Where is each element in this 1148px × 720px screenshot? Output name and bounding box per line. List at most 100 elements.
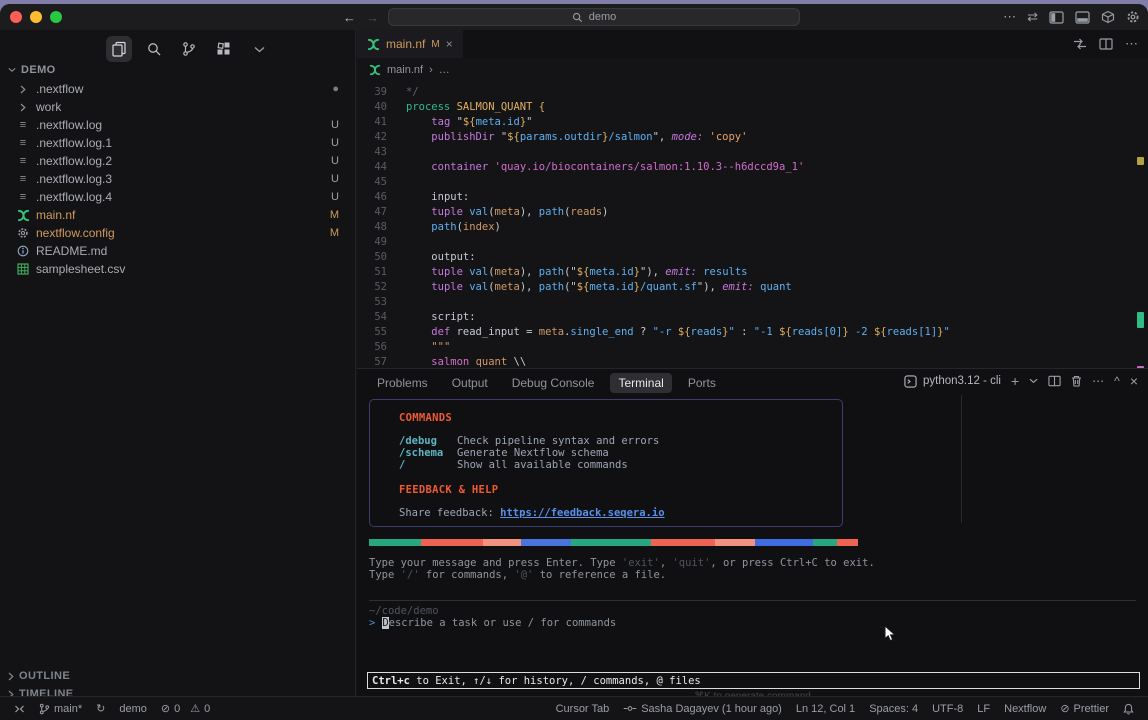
panel-tab[interactable]: Ports	[680, 373, 724, 393]
search-value: demo	[589, 11, 617, 23]
code-line: 43	[357, 144, 1134, 159]
close-tab-icon[interactable]: ×	[446, 37, 453, 51]
panel-tab[interactable]: Output	[444, 373, 496, 393]
breadcrumb-file: main.nf	[387, 64, 423, 76]
outline-section[interactable]: OUTLINE	[8, 670, 70, 682]
file-row[interactable]: ≡ .nextflow ●	[0, 80, 355, 98]
new-terminal-icon[interactable]: +	[1011, 373, 1019, 389]
file-name: nextflow.config	[36, 226, 115, 240]
code-tokens: def read_input = meta.single_end ? "-r $…	[406, 326, 950, 338]
code-token: params.outdir	[520, 131, 602, 143]
formatter-item[interactable]: ⊘ Prettier	[1060, 702, 1109, 715]
file-row[interactable]: ≡ main.nf M	[0, 206, 355, 224]
code-token: val	[469, 281, 488, 293]
code-token: index	[463, 221, 495, 233]
sync-arrows-icon[interactable]: ⇄	[1027, 9, 1038, 25]
file-row[interactable]: ≡ nextflow.config M	[0, 224, 355, 242]
more-actions-icon[interactable]: ⋯	[1125, 36, 1138, 52]
code-token: meta.id	[476, 116, 520, 128]
line-number: 47	[357, 206, 387, 218]
file-row[interactable]: ≡ work	[0, 98, 355, 116]
terminal-shell-item[interactable]: python3.12 - cli	[904, 375, 1001, 388]
hint-token: ,	[660, 557, 673, 569]
language-mode-item[interactable]: Nextflow	[1004, 703, 1046, 715]
code-token: val	[469, 266, 488, 278]
close-window-button[interactable]	[10, 11, 22, 23]
more-actions-icon[interactable]: ⋯	[1092, 374, 1104, 388]
project-name[interactable]: demo	[119, 703, 147, 715]
shortcut-help-bar: Ctrl+c to Exit, ↑/↓ for history, / comma…	[367, 672, 1140, 689]
git-blame-item[interactable]: Sasha Dagayev (1 hour ago)	[623, 703, 782, 715]
commands-title: COMMANDS	[399, 412, 842, 424]
code-token: "-r	[653, 326, 678, 338]
explorer-icon[interactable]	[106, 36, 132, 62]
command-description: Show all available commands	[457, 459, 628, 471]
minimize-window-button[interactable]	[30, 11, 42, 23]
problems-item[interactable]: ⊘ 0 ⚠ 0	[161, 702, 210, 715]
file-row[interactable]: ≡ samplesheet.csv	[0, 260, 355, 278]
code-line: 50 output:	[357, 249, 1134, 264]
prompt-input[interactable]: > D escribe a task or use / for commands	[369, 617, 616, 629]
log-file-icon: ≡	[16, 191, 30, 203]
git-branch-item[interactable]: main*	[39, 703, 82, 715]
eol-item[interactable]: LF	[977, 703, 990, 715]
code-token: ),	[520, 206, 539, 218]
chevron-down-icon[interactable]	[1029, 378, 1038, 384]
cube-icon[interactable]	[1101, 10, 1115, 24]
tab-main-nf[interactable]: main.nf M ×	[357, 30, 463, 58]
commands-list: /debug Check pipeline syntax and errors …	[399, 435, 842, 471]
history-nav: ← →	[343, 4, 379, 30]
git-status-badge: U	[331, 173, 339, 185]
file-row[interactable]: ≡ .nextflow.log.1 U	[0, 134, 355, 152]
sync-item[interactable]: ↻	[96, 702, 105, 715]
back-icon[interactable]: ←	[343, 10, 356, 25]
indentation-item[interactable]: Spaces: 4	[869, 703, 918, 715]
toggle-panel-icon[interactable]	[1075, 11, 1090, 24]
hint-token: 'quit'	[672, 557, 710, 569]
search-view-icon[interactable]	[141, 36, 167, 62]
code-line: 55 def read_input = meta.single_end ? "-…	[357, 324, 1134, 339]
maximize-panel-icon[interactable]: ^	[1114, 374, 1120, 388]
feedback-link[interactable]: https://feedback.seqera.io	[500, 507, 664, 519]
explorer-section-header[interactable]: DEMO	[8, 64, 56, 76]
settings-gear-icon[interactable]	[1126, 10, 1140, 24]
trash-icon[interactable]	[1071, 375, 1082, 387]
breadcrumb[interactable]: main.nf › …	[369, 58, 450, 82]
open-changes-icon[interactable]	[1073, 38, 1087, 50]
panel-tab[interactable]: Debug Console	[504, 373, 603, 393]
panel-tab[interactable]: Problems	[369, 373, 436, 393]
extensions-icon[interactable]	[211, 36, 237, 62]
command-center-search[interactable]: demo	[388, 8, 800, 26]
more-icon[interactable]: ⋯	[1003, 9, 1016, 25]
panel-tab[interactable]: Terminal	[610, 373, 671, 393]
overview-ruler[interactable]	[1137, 84, 1144, 368]
code-line: 44 container 'quay.io/biocontainers/salm…	[357, 159, 1134, 174]
maximize-window-button[interactable]	[50, 11, 62, 23]
code-line: 54 script:	[357, 309, 1134, 324]
source-control-icon[interactable]	[176, 36, 202, 62]
line-number: 45	[357, 176, 387, 188]
file-row[interactable]: ≡ .nextflow.log U	[0, 116, 355, 134]
chevron-down-icon[interactable]	[246, 36, 272, 62]
line-col-item[interactable]: Ln 12, Col 1	[796, 703, 855, 715]
code-tokens: tag "${meta.id}"	[406, 116, 533, 128]
cursor-tab-item[interactable]: Cursor Tab	[556, 703, 610, 715]
forward-icon[interactable]: →	[366, 10, 379, 25]
notifications-item[interactable]	[1123, 703, 1134, 715]
toggle-sidebar-icon[interactable]	[1049, 11, 1064, 24]
split-editor-icon[interactable]	[1099, 38, 1113, 50]
file-row[interactable]: ≡ .nextflow.log.4 U	[0, 188, 355, 206]
file-row[interactable]: ≡ .nextflow.log.2 U	[0, 152, 355, 170]
terminal-shell-icon	[904, 375, 917, 388]
hint-line-2: Type '/' for commands, '@' to reference …	[369, 569, 875, 581]
split-terminal-icon[interactable]	[1048, 375, 1061, 387]
shell-label: python3.12 - cli	[923, 375, 1001, 387]
code-area[interactable]: 39 */ 40 process SALMON_QUANT { 41 tag "…	[357, 84, 1134, 368]
remote-indicator[interactable]	[14, 704, 25, 714]
code-tokens: */	[406, 86, 419, 98]
stripe-segment	[521, 539, 571, 546]
file-row[interactable]: ≡ .nextflow.log.3 U	[0, 170, 355, 188]
encoding-item[interactable]: UTF-8	[932, 703, 963, 715]
close-panel-icon[interactable]: ×	[1130, 373, 1138, 389]
file-row[interactable]: ≡ README.md	[0, 242, 355, 260]
